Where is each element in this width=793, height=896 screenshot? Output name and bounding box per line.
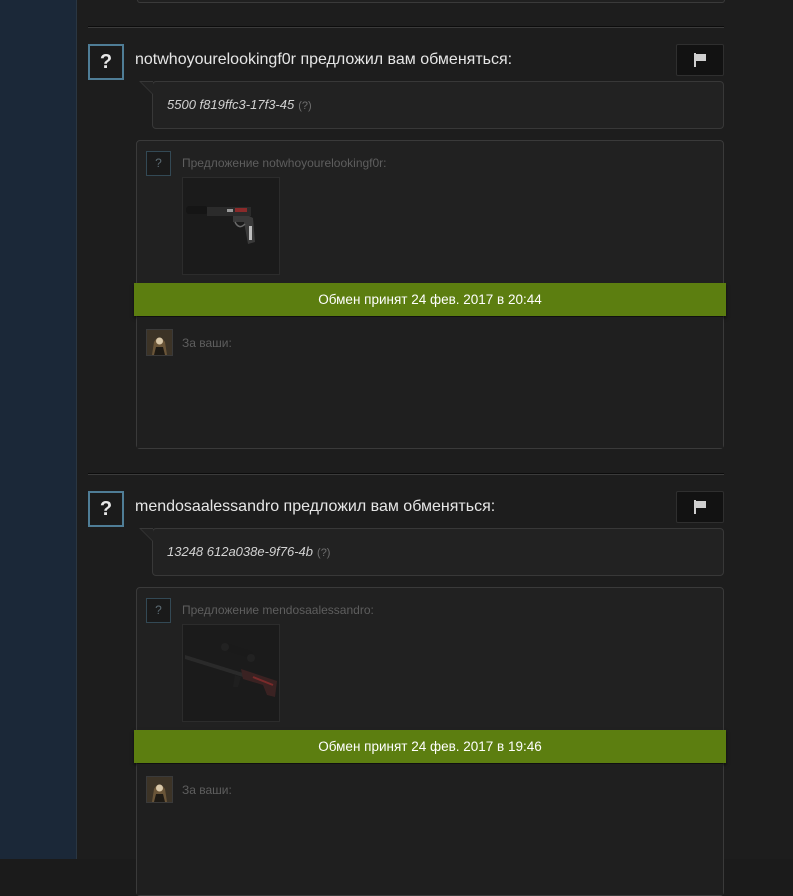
message-help-link[interactable]: (?) — [317, 547, 330, 559]
trade-items-box: ? Предложение mendosaalessandro: Обмен п… — [134, 587, 726, 896]
offer-message-text: 13248 612a038e-9f76-4b (?) — [167, 544, 330, 559]
trade-items-box: ? Предложение notwhoyourelookingf0r: Обм… — [134, 140, 726, 449]
message-text: 5500 f819ffc3-17f3-45 — [167, 97, 295, 112]
flag-icon — [694, 500, 706, 514]
offer-message-text: 5500 f819ffc3-17f3-45 (?) — [167, 97, 312, 112]
user-avatar[interactable] — [146, 329, 173, 356]
your-items-label: За ваши: — [182, 783, 232, 797]
user-avatar[interactable] — [146, 776, 173, 803]
message-notch-inner — [141, 82, 153, 94]
message-notch-inner — [141, 529, 153, 541]
trade-offers-list: ? notwhoyourelookingf0r предложил вам об… — [77, 0, 793, 896]
previous-trade-box — [137, 0, 725, 3]
flag-icon — [694, 53, 706, 67]
pistol-item-icon — [186, 206, 255, 244]
trade-item-slot[interactable] — [182, 624, 280, 722]
message-text: 13248 612a038e-9f76-4b — [167, 544, 314, 559]
offer-partner-icon: ? — [146, 598, 171, 623]
report-button[interactable] — [676, 491, 724, 523]
your-items-label: За ваши: — [182, 336, 232, 350]
offer-message: 13248 612a038e-9f76-4b (?) — [152, 528, 724, 576]
your-items-section: За ваши: — [137, 317, 723, 448]
message-help-link[interactable]: (?) — [298, 100, 311, 112]
offer-title: notwhoyourelookingf0r предложил вам обме… — [135, 51, 513, 68]
offer-items-label: Предложение notwhoyourelookingf0r: — [182, 156, 387, 170]
offer-items-label: Предложение mendosaalessandro: — [182, 603, 374, 617]
left-rail — [0, 0, 77, 859]
sniper-rifle-item-icon — [185, 643, 277, 697]
report-button[interactable] — [676, 44, 724, 76]
offer-title: mendosaalessandro предложил вам обменять… — [135, 498, 496, 515]
partner-avatar-unknown[interactable]: ? — [88, 491, 124, 527]
partner-avatar-unknown[interactable]: ? — [88, 44, 124, 80]
trade-status-banner: Обмен принят 24 фев. 2017 в 19:46 — [134, 730, 726, 763]
offer-partner-icon: ? — [146, 151, 171, 176]
trade-offer: ? mendosaalessandro предложил вам обменя… — [77, 473, 793, 896]
trade-item-slot[interactable] — [182, 177, 280, 275]
offer-message: 5500 f819ffc3-17f3-45 (?) — [152, 81, 724, 129]
trade-status-banner: Обмен принят 24 фев. 2017 в 20:44 — [134, 283, 726, 316]
trade-offer: ? notwhoyourelookingf0r предложил вам об… — [77, 26, 793, 449]
your-items-section: За ваши: — [137, 764, 723, 895]
